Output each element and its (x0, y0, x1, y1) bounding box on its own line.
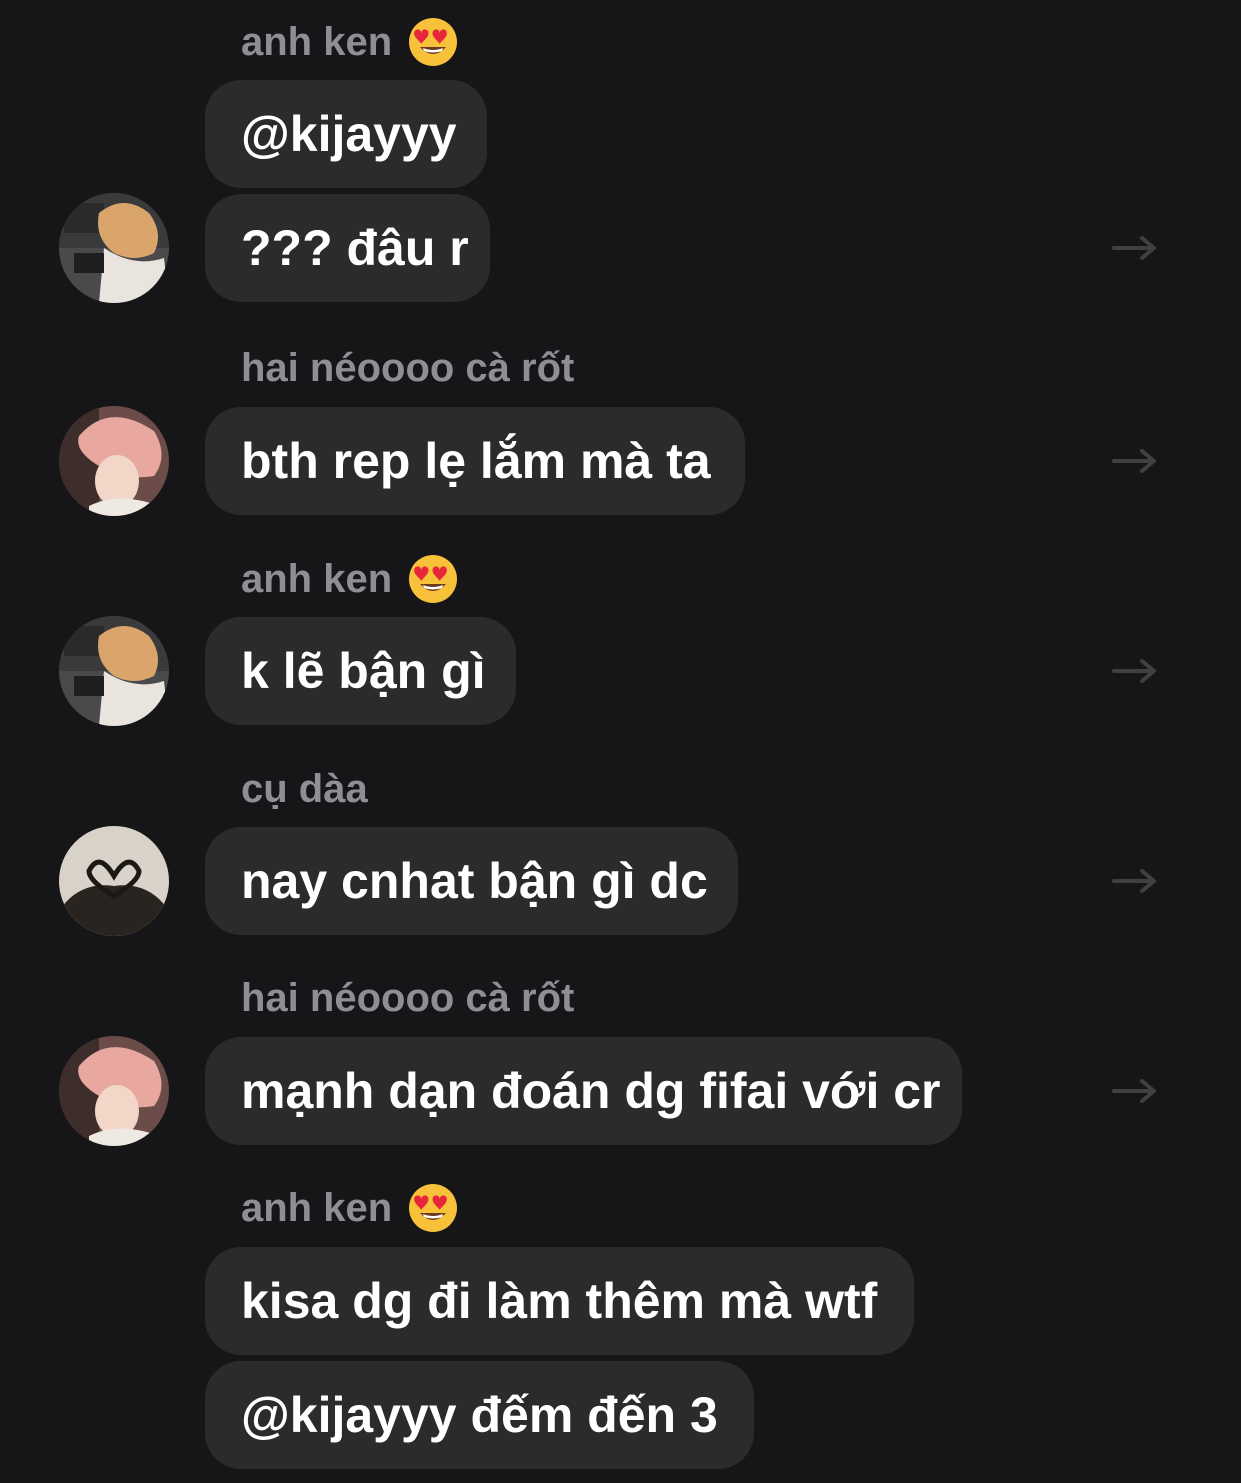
group-chat-thread[interactable]: anh ken @kijayyy ??? đâu r hai néoooo cà… (0, 0, 1241, 1483)
avatar-anh-ken[interactable] (59, 193, 169, 303)
message-bubble[interactable]: @kijayyy đếm đến 3 (205, 1361, 754, 1469)
sender-name: hai néoooo cà rốt (241, 970, 574, 1026)
share-arrow-icon[interactable] (1112, 656, 1160, 686)
message-bubble[interactable]: k lẽ bận gì (205, 617, 516, 725)
sender-name-text: anh ken (241, 556, 393, 601)
message-bubble[interactable]: @kijayyy (205, 80, 487, 188)
sender-name-text: anh ken (241, 19, 393, 64)
sender-name-text: anh ken (241, 1185, 393, 1230)
message-text: mạnh dạn đoán dg fifai với cr (241, 1063, 941, 1119)
message-text: @kijayyy (241, 106, 457, 162)
sender-name: hai néoooo cà rốt (241, 340, 574, 396)
message-bubble[interactable]: ??? đâu r (205, 194, 490, 302)
sender-name: anh ken (241, 551, 458, 607)
message-text: @kijayyy đếm đến 3 (241, 1387, 718, 1443)
message-text: k lẽ bận gì (241, 643, 486, 699)
message-bubble[interactable]: mạnh dạn đoán dg fifai với cr (205, 1037, 962, 1145)
sender-name-text: cụ dàa (241, 766, 368, 811)
share-arrow-icon[interactable] (1112, 866, 1160, 896)
avatar-hai-neoooo[interactable] (59, 1036, 169, 1146)
avatar-cu-daa[interactable] (59, 826, 169, 936)
message-bubble[interactable]: bth rep lẹ lắm mà ta (205, 407, 745, 515)
avatar-anh-ken[interactable] (59, 616, 169, 726)
message-bubble[interactable]: kisa dg đi làm thêm mà wtf (205, 1247, 914, 1355)
share-arrow-icon[interactable] (1112, 1076, 1160, 1106)
sender-name-text: hai néoooo cà rốt (241, 345, 575, 390)
heart-eyes-emoji-icon (409, 555, 458, 603)
share-arrow-icon[interactable] (1112, 446, 1160, 476)
message-text: ??? đâu r (241, 220, 469, 276)
sender-name: cụ dàa (241, 761, 368, 817)
heart-eyes-emoji-icon (409, 18, 458, 66)
sender-name: anh ken (241, 14, 458, 70)
message-text: nay cnhat bận gì dc (241, 853, 708, 909)
heart-eyes-emoji-icon (409, 1184, 458, 1232)
avatar-hai-neoooo[interactable] (59, 406, 169, 516)
share-arrow-icon[interactable] (1112, 233, 1160, 263)
message-text: kisa dg đi làm thêm mà wtf (241, 1273, 878, 1329)
message-text: bth rep lẹ lắm mà ta (241, 433, 711, 489)
sender-name-text: hai néoooo cà rốt (241, 975, 575, 1020)
message-bubble[interactable]: nay cnhat bận gì dc (205, 827, 738, 935)
sender-name: anh ken (241, 1180, 458, 1236)
